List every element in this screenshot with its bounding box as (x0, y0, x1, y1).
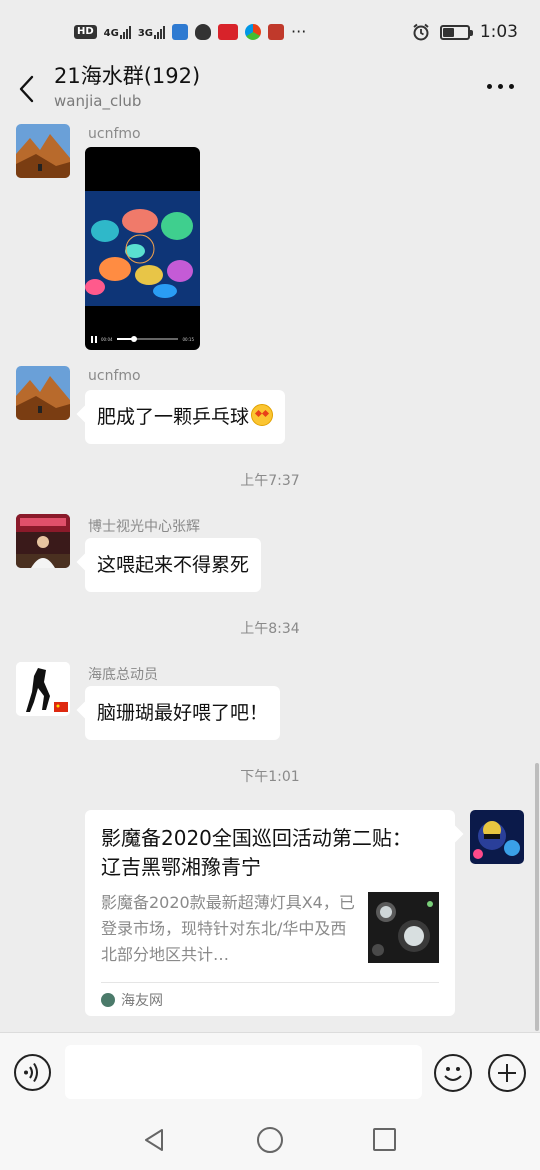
chat-subtitle: wanjia_club (54, 92, 142, 110)
video-time-start: 00:04 (101, 336, 113, 342)
nav-home-icon[interactable] (257, 1127, 283, 1153)
coral-video-frame (85, 191, 200, 306)
chat-scrollbar[interactable] (535, 763, 539, 1031)
message-text: 脑珊瑚最好喂了吧！ (97, 702, 269, 724)
message-text: 肥成了一颗乒乓球 (97, 406, 250, 428)
message-input[interactable] (65, 1045, 422, 1099)
plus-icon (498, 1064, 516, 1082)
emoji-button[interactable] (434, 1054, 472, 1092)
avatar-self[interactable] (470, 810, 524, 864)
link-card-source: 海友网 (101, 990, 163, 1010)
star-struck-emoji-icon (251, 404, 274, 426)
avatar-haidi[interactable] (16, 662, 70, 716)
status-bar: HD 4G 3G ··· 1:03 (0, 0, 540, 64)
signal-3g: 3G (137, 25, 166, 39)
nav-back-icon[interactable] (140, 1125, 170, 1155)
link-card[interactable]: 影魔备2020全国巡回活动第二贴： 辽吉黑鄂湘豫青宁 影魔备2020款最新超薄灯… (85, 810, 455, 1016)
smiley-icon (444, 1067, 462, 1081)
input-bar (0, 1032, 540, 1112)
baidu-icon (172, 23, 189, 40)
link-card-title: 影魔备2020全国巡回活动第二贴： 辽吉黑鄂湘豫青宁 (101, 826, 412, 879)
battery-icon (439, 24, 473, 40)
timestamp: 下午1:01 (240, 769, 300, 785)
hd-badge: HD (74, 24, 97, 39)
alarm-icon (413, 23, 429, 41)
message-bubble[interactable]: 肥成了一颗乒乓球 (85, 390, 286, 444)
chrome-icon (245, 23, 262, 40)
signal-bars-icon (154, 25, 166, 39)
link-card-thumbnail (368, 892, 439, 963)
sender-name: 博士视光中心张辉 (88, 519, 200, 535)
avatar-boshi[interactable] (16, 514, 70, 568)
signal-4g-label: 4G (103, 27, 119, 39)
link-card-divider (101, 982, 439, 983)
more-functions-button[interactable] (488, 1054, 526, 1092)
link-card-description: 影魔备2020款最新超薄灯具X4，已登录市场，现特针对东北/华中及西北部分地区共… (101, 893, 355, 964)
voice-icon (24, 1062, 38, 1083)
signal-3g-label: 3G (137, 27, 154, 39)
nav-recent-apps-icon[interactable] (373, 1128, 396, 1151)
sender-name: ucnfmo (88, 126, 141, 142)
signal-4g: 4G (104, 25, 131, 39)
video-message[interactable]: 00:04 00:15 (85, 147, 200, 350)
sender-name: 海底总动员 (88, 667, 158, 683)
chat-title: 21海水群(192) (54, 64, 201, 88)
avatar-ucnfmo[interactable] (16, 366, 70, 420)
chat-header: 21海水群(192) wanjia_club (0, 64, 540, 118)
video-progress-bar[interactable] (116, 336, 179, 342)
status-left: HD 4G 3G ··· (74, 22, 306, 41)
voice-input-button[interactable] (14, 1054, 51, 1091)
link-card-source-name: 海友网 (121, 993, 163, 1009)
system-nav-bar (0, 1112, 540, 1170)
party-app-icon (268, 23, 285, 40)
battery-level (442, 27, 454, 37)
sender-name: ucnfmo (88, 368, 141, 384)
message-bubble[interactable]: 这喂起来不得累死 (85, 538, 262, 592)
video-scrub-handle[interactable] (130, 336, 137, 342)
qq-icon (195, 23, 212, 40)
source-logo-icon (101, 993, 115, 1007)
avatar-ucnfmo[interactable] (16, 124, 70, 178)
more-notifications-icon: ··· (291, 22, 307, 41)
timestamp: 上午7:37 (240, 473, 300, 489)
timestamp: 上午8:34 (240, 621, 300, 637)
more-options-icon[interactable] (480, 74, 520, 98)
pause-icon[interactable] (91, 335, 97, 343)
news-app-icon (218, 23, 239, 40)
status-right: 1:03 (412, 22, 518, 42)
video-time-end: 00:15 (182, 336, 194, 342)
clock: 1:03 (479, 22, 518, 42)
back-icon[interactable] (14, 72, 44, 106)
video-controls: 00:04 00:15 (91, 334, 194, 344)
message-bubble[interactable]: 脑珊瑚最好喂了吧！ (85, 686, 281, 740)
signal-bars-icon (119, 25, 131, 39)
message-text: 这喂起来不得累死 (97, 554, 250, 576)
chat-message-list[interactable]: ucnfmo 00:04 00:15 ucnfmo 肥成了一颗乒乓球 上午7:3… (0, 118, 540, 1032)
